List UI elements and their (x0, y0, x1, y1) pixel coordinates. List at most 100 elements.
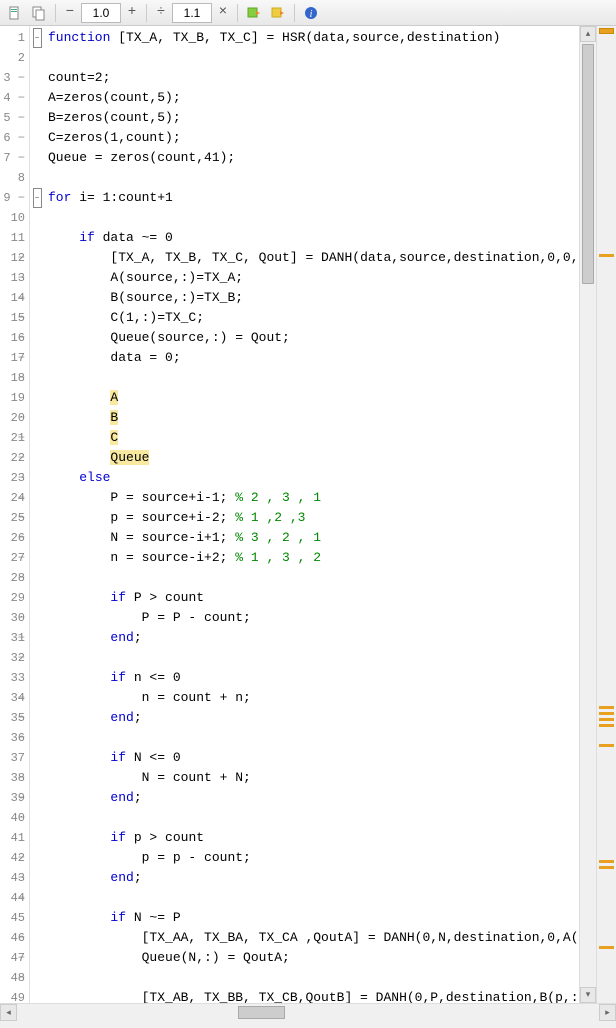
code-line[interactable]: P = source+i-1; % 2 , 3 , 1 (44, 488, 579, 508)
code-line[interactable]: C(1,:)=TX_C; (44, 308, 579, 328)
code-line[interactable]: end; (44, 708, 579, 728)
line-number: 12 (0, 248, 29, 268)
zoom-value-input[interactable] (81, 3, 121, 23)
code-line[interactable] (44, 368, 579, 388)
horizontal-scrollbar[interactable]: ◂ ▸ (0, 1003, 616, 1021)
scroll-right-arrow[interactable]: ▸ (599, 1004, 616, 1021)
warning-marker[interactable] (599, 712, 614, 715)
code-line[interactable]: B (44, 408, 579, 428)
line-number: 29 (0, 588, 29, 608)
help-button[interactable]: i (300, 2, 322, 24)
code-line[interactable]: P = P - count; (44, 608, 579, 628)
code-line[interactable]: C (44, 428, 579, 448)
divide-button[interactable]: ÷ (152, 3, 170, 23)
code-line[interactable]: if data ~= 0 (44, 228, 579, 248)
line-number: 46 (0, 928, 29, 948)
code-line[interactable] (44, 568, 579, 588)
code-line[interactable] (44, 968, 579, 988)
code-line[interactable]: A(source,:)=TX_A; (44, 268, 579, 288)
line-number: 39 (0, 788, 29, 808)
code-line[interactable]: end; (44, 628, 579, 648)
step-value-input[interactable] (172, 3, 212, 23)
code-line[interactable]: [TX_AA, TX_BA, TX_CA ,QoutA] = DANH(0,N,… (44, 928, 579, 948)
line-number: 8 (0, 168, 29, 188)
warning-marker[interactable] (599, 860, 614, 863)
warning-marker[interactable] (599, 724, 614, 727)
code-line[interactable]: Queue (44, 448, 579, 468)
code-line[interactable]: Queue(N,:) = QoutA; (44, 948, 579, 968)
code-line[interactable] (44, 728, 579, 748)
scroll-up-arrow[interactable]: ▴ (580, 26, 596, 42)
code-line[interactable]: function [TX_A, TX_B, TX_C] = HSR(data,s… (44, 28, 579, 48)
code-line[interactable]: C=zeros(1,count); (44, 128, 579, 148)
code-line[interactable]: if N ~= P (44, 908, 579, 928)
scroll-left-arrow[interactable]: ◂ (0, 1004, 17, 1021)
line-number: 19 (0, 388, 29, 408)
warning-marker[interactable] (599, 866, 614, 869)
code-line[interactable]: B(source,:)=TX_B; (44, 288, 579, 308)
line-number: 15 (0, 308, 29, 328)
code-line[interactable]: if P > count (44, 588, 579, 608)
line-number: 25 (0, 508, 29, 528)
run-section-button[interactable] (267, 2, 289, 24)
warning-summary-marker[interactable] (599, 28, 614, 34)
code-line[interactable]: end; (44, 788, 579, 808)
code-line[interactable]: end; (44, 868, 579, 888)
code-line[interactable]: for i= 1:count+1 (44, 188, 579, 208)
new-file-button[interactable] (4, 2, 26, 24)
multiply-button[interactable]: × (214, 3, 232, 23)
code-line[interactable]: p = p - count; (44, 848, 579, 868)
code-line[interactable]: if n <= 0 (44, 668, 579, 688)
code-line[interactable] (44, 808, 579, 828)
code-line[interactable]: n = count + n; (44, 688, 579, 708)
copy-icon (31, 5, 47, 21)
code-line[interactable]: N = count + N; (44, 768, 579, 788)
code-line[interactable] (44, 648, 579, 668)
line-number: 44 (0, 888, 29, 908)
code-line[interactable]: if p > count (44, 828, 579, 848)
code-line[interactable] (44, 48, 579, 68)
vertical-scroll-thumb[interactable] (582, 44, 594, 284)
svg-text:i: i (310, 9, 313, 20)
code-line[interactable]: n = source-i+2; % 1 , 3 , 2 (44, 548, 579, 568)
warning-marker[interactable] (599, 744, 614, 747)
code-line[interactable] (44, 888, 579, 908)
code-line[interactable]: A=zeros(count,5); (44, 88, 579, 108)
warning-marker[interactable] (599, 718, 614, 721)
vertical-scrollbar[interactable]: ▴ ▾ (579, 26, 596, 1003)
code-line[interactable]: A (44, 388, 579, 408)
horizontal-scroll-thumb[interactable] (238, 1006, 285, 1019)
run-button[interactable] (243, 2, 265, 24)
code-line[interactable]: p = source+i-2; % 1 ,2 ,3 (44, 508, 579, 528)
code-line[interactable] (44, 208, 579, 228)
code-line[interactable]: [TX_AB, TX_BB, TX_CB,QoutB] = DANH(0,P,d… (44, 988, 579, 1003)
warning-marker[interactable] (599, 946, 614, 949)
scroll-down-arrow[interactable]: ▾ (580, 987, 596, 1003)
code-line[interactable] (44, 168, 579, 188)
code-area[interactable]: function [TX_A, TX_B, TX_C] = HSR(data,s… (44, 26, 579, 1003)
warning-marker[interactable] (599, 254, 614, 257)
line-number: 32 (0, 648, 29, 668)
line-number: 28 (0, 568, 29, 588)
code-line[interactable]: [TX_A, TX_B, TX_C, Qout] = DANH(data,sou… (44, 248, 579, 268)
code-line[interactable]: count=2; (44, 68, 579, 88)
code-line[interactable]: B=zeros(count,5); (44, 108, 579, 128)
code-line[interactable]: Queue(source,:) = Qout; (44, 328, 579, 348)
zoom-out-button[interactable]: − (61, 3, 79, 23)
code-line[interactable]: if N <= 0 (44, 748, 579, 768)
fold-column: −− (30, 26, 44, 1003)
fold-toggle[interactable]: − (33, 28, 42, 48)
fold-toggle[interactable]: − (33, 188, 42, 208)
toolbar: − + ÷ × i (0, 0, 616, 26)
horizontal-scroll-track[interactable] (17, 1004, 599, 1021)
code-line[interactable]: Queue = zeros(count,41); (44, 148, 579, 168)
run-icon (246, 5, 262, 21)
warning-marker[interactable] (599, 706, 614, 709)
zoom-in-button[interactable]: + (123, 3, 141, 23)
copy-button[interactable] (28, 2, 50, 24)
code-line[interactable]: else (44, 468, 579, 488)
separator (237, 4, 238, 22)
code-line[interactable]: N = source-i+1; % 3 , 2 , 1 (44, 528, 579, 548)
line-number: 26 (0, 528, 29, 548)
code-line[interactable]: data = 0; (44, 348, 579, 368)
